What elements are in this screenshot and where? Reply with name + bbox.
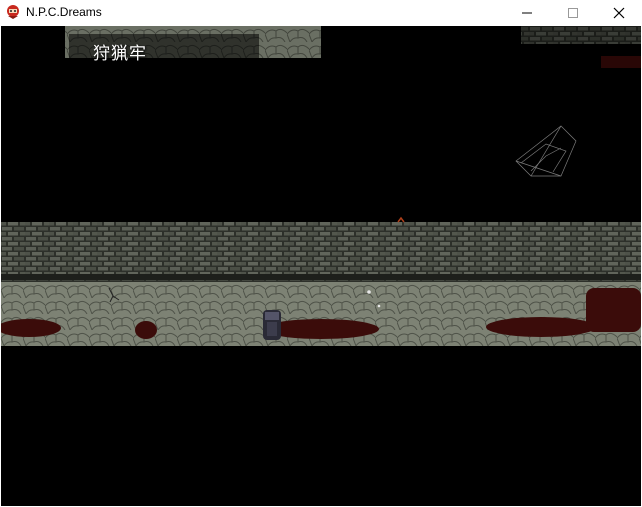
spider-web [515, 125, 577, 177]
red-character-icon [7, 5, 19, 19]
close-icon [613, 7, 625, 19]
game-viewport[interactable]: 狩猟牢 [1, 26, 641, 506]
wall-torch-ember [397, 216, 405, 223]
upper-right-wall [521, 26, 641, 44]
title-bar[interactable]: N.P.C.Dreams [0, 0, 642, 26]
maximize-button[interactable] [550, 0, 596, 26]
dungeon-brick-wall [1, 222, 641, 282]
minimize-icon [522, 12, 532, 14]
minimize-button[interactable] [504, 0, 550, 26]
window-title: N.P.C.Dreams [26, 5, 102, 19]
upper-right-blood [601, 56, 641, 68]
map-name-label: 狩猟牢 [93, 44, 147, 64]
close-button[interactable] [596, 0, 642, 26]
app-window: N.P.C.Dreams 狩猟牢 [0, 0, 642, 507]
game-scene [1, 26, 641, 346]
wall-base-shadow [1, 274, 641, 280]
maximize-icon [568, 8, 578, 18]
player-character[interactable] [263, 310, 281, 340]
